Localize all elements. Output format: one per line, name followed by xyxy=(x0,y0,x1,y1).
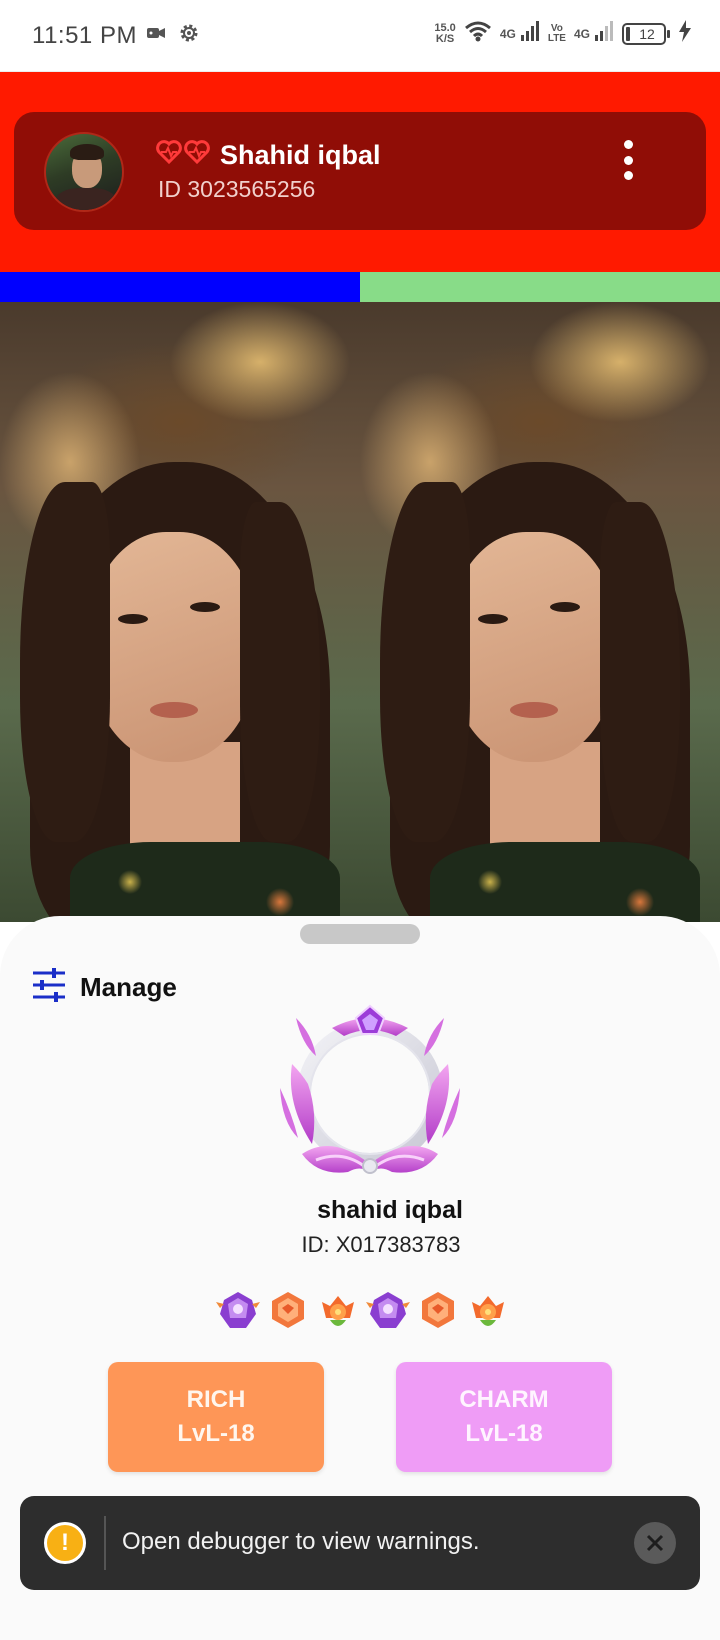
purple-crest-badge[interactable] xyxy=(216,1288,260,1332)
more-vertical-icon[interactable] xyxy=(622,140,634,180)
sheet-user-name: shahid iqbal xyxy=(317,1196,463,1224)
manage-button[interactable]: Manage xyxy=(32,968,177,1007)
net-speed-unit: K/S xyxy=(435,32,455,45)
signal-icon xyxy=(520,20,540,47)
toast-divider xyxy=(104,1516,106,1570)
sim2-network-type: 4G xyxy=(573,26,590,41)
manage-label: Manage xyxy=(80,972,177,1002)
avatar[interactable] xyxy=(44,132,124,212)
orange-hexagon-badge[interactable] xyxy=(416,1288,460,1332)
right-photo[interactable] xyxy=(360,302,720,922)
right-color-bar xyxy=(360,272,720,302)
charm-title: CHARM xyxy=(459,1386,549,1413)
rich-level: LvL-18 xyxy=(177,1420,255,1447)
profile-name: Shahid iqbal xyxy=(220,140,381,170)
flower-emblem-badge[interactable] xyxy=(316,1288,360,1332)
sliders-icon xyxy=(32,968,66,1007)
heart-icon xyxy=(184,140,210,169)
charm-level-button[interactable]: CHARM LvL-18 xyxy=(396,1362,612,1472)
status-bar: 11:51 PM 15.0 K/S 4G Vo LTE 4G 12 xyxy=(0,0,720,72)
flower-emblem-badge[interactable] xyxy=(466,1288,510,1332)
net-speed-value: 15.0 xyxy=(434,21,456,34)
orange-hexagon-badge[interactable] xyxy=(266,1288,310,1332)
sheet-user-id: ID: X017383783 xyxy=(301,1232,461,1257)
volte-indicator: Vo LTE xyxy=(547,22,566,44)
volte-top: Vo xyxy=(550,22,563,34)
status-right-icons: 15.0 K/S 4G Vo LTE 4G 12 xyxy=(434,20,692,47)
toast-message: Open debugger to view warnings. xyxy=(122,1528,480,1555)
status-left-icons xyxy=(146,22,200,49)
rich-title: RICH xyxy=(186,1386,246,1413)
sim1-network-type: 4G xyxy=(499,26,516,41)
purple-crest-badge[interactable] xyxy=(366,1288,410,1332)
volte-bottom: LTE xyxy=(547,32,566,44)
status-time: 11:51 PM xyxy=(32,22,137,49)
network-speed: 15.0 K/S xyxy=(434,21,456,45)
heart-icon xyxy=(156,140,182,169)
close-icon[interactable] xyxy=(634,1522,676,1564)
signal-icon xyxy=(594,20,614,47)
profile-card[interactable]: Shahid iqbal ID 3023565256 xyxy=(14,112,706,230)
avatar-frame[interactable] xyxy=(272,1004,468,1190)
left-photo[interactable] xyxy=(0,302,360,922)
battery-indicator: 12 xyxy=(622,22,670,45)
charging-bolt-icon xyxy=(678,20,692,47)
left-color-bar xyxy=(0,272,360,302)
profile-id: ID 3023565256 xyxy=(158,176,316,202)
wifi-icon xyxy=(464,20,492,47)
app-screen: 11:51 PM 15.0 K/S 4G Vo LTE 4G 12 Shahid… xyxy=(0,0,720,1640)
charm-level: LvL-18 xyxy=(465,1420,543,1447)
settings-gear-icon xyxy=(178,22,200,49)
drag-handle[interactable] xyxy=(300,924,420,944)
badge-row xyxy=(216,1288,510,1332)
warning-icon: ! xyxy=(44,1522,86,1564)
rich-level-button[interactable]: RICH LvL-18 xyxy=(108,1362,324,1472)
video-camera-icon xyxy=(146,25,166,46)
hearts-group xyxy=(156,140,210,169)
debugger-warning-toast[interactable]: ! Open debugger to view warnings. xyxy=(20,1496,700,1590)
profile-header: Shahid iqbal ID 3023565256 xyxy=(0,72,720,272)
